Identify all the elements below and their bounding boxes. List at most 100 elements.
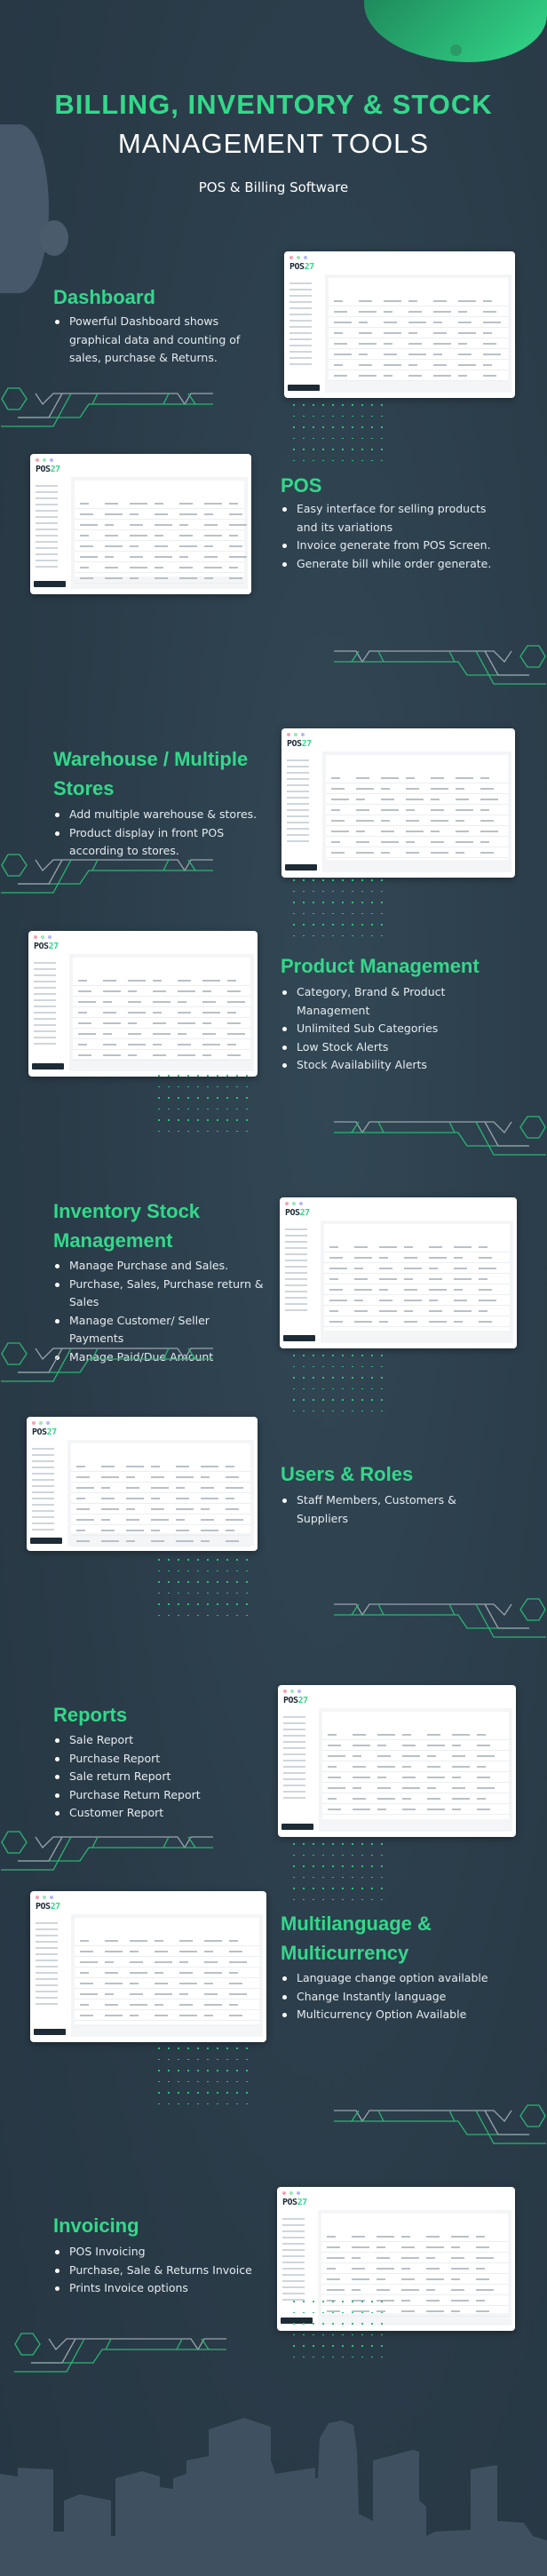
section-title: Inventory Stock Management <box>53 1200 201 1252</box>
pos27-logo: POS27 <box>36 465 60 474</box>
table-row <box>71 1504 250 1515</box>
dot-grid-decoration <box>158 2047 256 2114</box>
feature-item: Staff Members, Customers & Suppliers <box>281 1491 494 1528</box>
window-controls <box>36 1896 53 1899</box>
table-row <box>329 317 508 328</box>
app-screenshot: POS27 <box>27 1417 258 1551</box>
feature-list: Powerful Dashboard shows graphical data … <box>53 313 266 368</box>
table-row <box>75 2010 259 2021</box>
table-row <box>75 552 247 562</box>
settings-button <box>283 1335 315 1341</box>
table-row <box>75 530 244 541</box>
feature-item: Generate bill while order generate. <box>281 555 494 574</box>
feature-item: Sale return Report <box>53 1768 266 1786</box>
app-screenshot: POS27 <box>284 251 515 398</box>
pos27-logo: POS27 <box>282 2198 307 2207</box>
sidebar-nav <box>34 1918 66 2035</box>
table-row <box>322 1804 509 1815</box>
feature-list: Category, Brand & Product Management Unli… <box>281 983 494 1075</box>
window-controls <box>283 1690 301 1693</box>
content-area <box>322 751 511 872</box>
table-row <box>75 2000 259 2010</box>
settings-button <box>30 1538 62 1544</box>
section-title: Dashboard <box>53 286 155 308</box>
pos27-logo: POS27 <box>287 739 312 749</box>
table-row <box>75 498 244 509</box>
feature-item: Purchase Report <box>53 1750 266 1769</box>
window-controls <box>36 458 53 462</box>
sidebar-nav <box>283 1224 315 1341</box>
table-row <box>321 2285 508 2295</box>
table-row <box>73 1029 250 1039</box>
content-area <box>321 1220 513 1343</box>
window-controls <box>34 935 52 939</box>
feature-item: Unlimited Sub Categories <box>281 1020 494 1038</box>
section-title: Users & Roles <box>281 1463 414 1485</box>
table-row <box>75 1936 259 1946</box>
feature-list: Sale Report Purchase Report Sale return Re… <box>53 1731 266 1823</box>
feature-item: Purchase, Sales, Purchase return & Sales <box>53 1276 266 1312</box>
section-title: Invoicing <box>53 2214 139 2237</box>
circuit-decoration <box>14 2333 226 2373</box>
circuit-decoration <box>334 2104 546 2144</box>
table-row <box>75 1989 259 2000</box>
table-row <box>324 1274 510 1284</box>
feature-list: POS Invoicing Purchase, Sale & Returns In… <box>53 2243 266 2298</box>
feature-item: Low Stock Alerts <box>281 1038 494 1057</box>
table-row <box>326 805 508 815</box>
window-controls <box>287 733 305 736</box>
table-row <box>322 1793 509 1804</box>
settings-button <box>281 1824 313 1830</box>
table-row <box>75 509 244 520</box>
sidebar-nav <box>30 1443 62 1544</box>
sidebar-nav <box>288 278 320 391</box>
window-controls <box>285 1202 303 1205</box>
table-row <box>324 1295 510 1306</box>
settings-button <box>285 864 317 871</box>
table-row <box>73 986 250 997</box>
settings-button <box>34 2029 66 2035</box>
table-row <box>326 837 508 847</box>
window-controls <box>282 2191 300 2195</box>
content-area <box>319 1708 512 1832</box>
section-title: Multilanguage & Multicurrency <box>281 1912 432 1964</box>
feature-item: Prints Invoice options <box>53 2279 266 2298</box>
table-row <box>75 1978 259 1989</box>
hero-title-line1: BILLING, INVENTORY & STOCK <box>54 89 493 120</box>
table-row <box>71 1483 250 1493</box>
pos27-logo: POS27 <box>283 1696 308 1705</box>
table-row <box>329 370 508 381</box>
table-row <box>322 1751 509 1761</box>
table-row <box>324 1263 510 1274</box>
section-title: Reports <box>53 1704 128 1726</box>
feature-item: POS Invoicing <box>53 2243 266 2262</box>
circuit-decoration <box>334 645 546 685</box>
table-row <box>329 328 508 338</box>
table-row <box>324 1284 510 1295</box>
feature-item: Purchase, Sale & Returns Invoice <box>53 2262 266 2280</box>
pos27-logo: POS27 <box>32 1427 57 1437</box>
table-row <box>71 1461 250 1472</box>
table-row <box>75 541 244 552</box>
table-row <box>326 773 508 783</box>
window-controls <box>32 1421 50 1425</box>
decorative-grey-dot <box>40 220 68 256</box>
dot-grid-decoration <box>158 1559 256 1626</box>
table-row <box>329 306 508 317</box>
app-screenshot: POS27 <box>30 1891 266 2042</box>
section-title: Warehouse / Multiple Stores <box>53 748 249 799</box>
hero-subtitle: POS & Billing Software <box>198 179 349 195</box>
table-row <box>324 1306 510 1316</box>
feature-list: Language change option available Change I… <box>281 1969 494 2024</box>
table-row <box>322 1729 509 1740</box>
table-row <box>73 1007 250 1018</box>
table-row <box>321 2253 508 2263</box>
pos27-logo: POS27 <box>34 942 59 951</box>
sidebar-nav <box>34 481 66 587</box>
content-area <box>69 954 254 1071</box>
app-screenshot: POS27 <box>30 454 251 594</box>
table-row <box>75 520 247 530</box>
sidebar-nav <box>285 755 317 871</box>
decorative-dot <box>450 44 462 56</box>
table-row <box>75 573 244 584</box>
